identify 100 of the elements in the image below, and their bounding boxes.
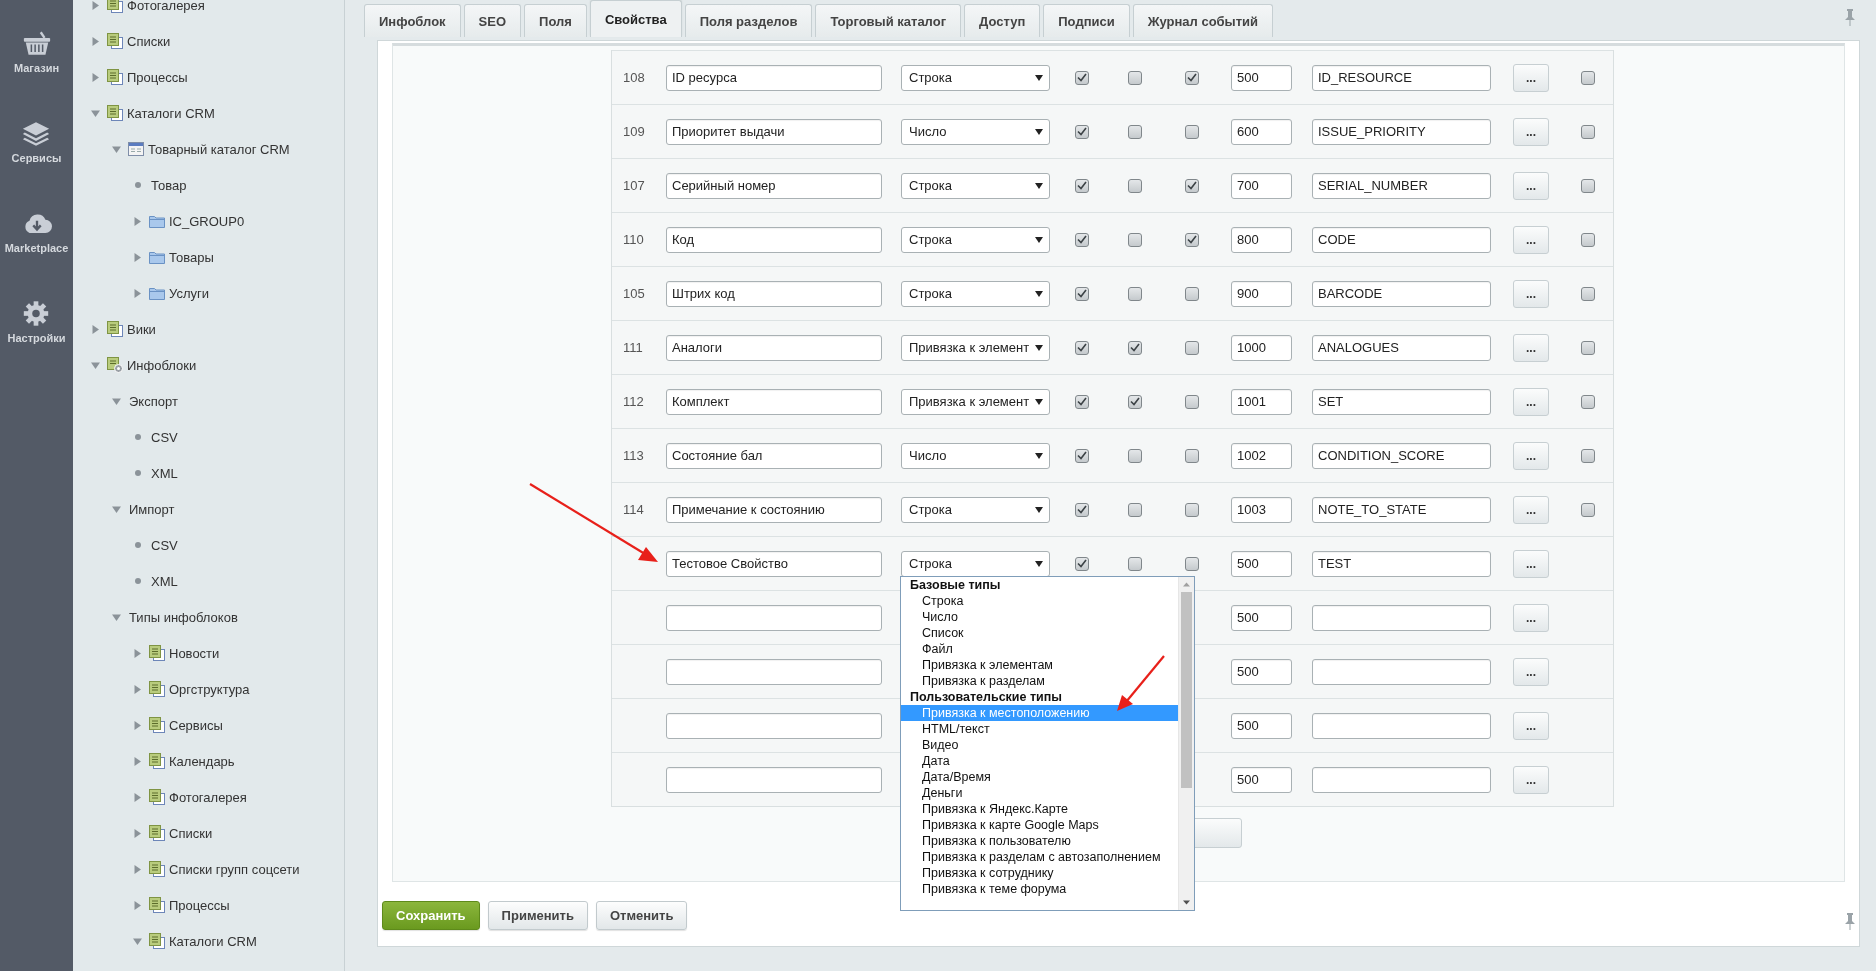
code-field[interactable]: ID_RESOURCE xyxy=(1312,64,1491,91)
more-button[interactable]: ... xyxy=(1513,117,1549,146)
code-field[interactable]: SERIAL_NUMBER xyxy=(1312,172,1491,199)
dropdown-option[interactable]: Привязка к пользователю xyxy=(901,833,1178,849)
sort-field[interactable]: 1000 xyxy=(1231,334,1292,361)
tree-item[interactable]: Инфоблоки xyxy=(73,347,344,383)
tree-item[interactable]: Каталоги CRM xyxy=(73,923,344,959)
tree-item[interactable]: XML xyxy=(73,455,344,491)
tree-item[interactable]: Календарь xyxy=(73,743,344,779)
more-button[interactable]: ... xyxy=(1513,765,1549,794)
type-select[interactable]: Привязка к элемент xyxy=(901,334,1050,361)
type-select[interactable]: Число xyxy=(901,118,1050,145)
more-button[interactable]: ... xyxy=(1513,63,1549,92)
dropdown-option[interactable]: Дата/Время xyxy=(901,769,1178,785)
more-button[interactable]: ... xyxy=(1513,171,1549,200)
more-button[interactable]: ... xyxy=(1513,279,1549,308)
tab[interactable]: Свойства xyxy=(589,0,682,37)
tree-item[interactable]: Списки групп соцсети xyxy=(73,851,344,887)
tree-item[interactable]: Типы инфоблоков xyxy=(73,599,344,635)
form-button[interactable]: Отменить xyxy=(595,901,688,930)
name-field[interactable]: Аналоги xyxy=(666,334,882,361)
dropdown-option[interactable]: Список xyxy=(901,625,1178,641)
tree-item[interactable]: Процессы xyxy=(73,59,344,95)
tab[interactable]: Поля разделов xyxy=(684,4,813,37)
dropdown-option[interactable]: Привязка к теме форума xyxy=(901,881,1178,897)
nav-item[interactable]: Сервисы xyxy=(11,120,62,198)
dropdown-option[interactable]: Привязка к элементам xyxy=(901,657,1178,673)
dropdown-option[interactable]: Дата xyxy=(901,753,1178,769)
tree-item[interactable]: Экспорт xyxy=(73,383,344,419)
tab[interactable]: Подписи xyxy=(1043,4,1130,37)
more-button[interactable]: ... xyxy=(1513,711,1549,740)
name-field[interactable]: Приоритет выдачи xyxy=(666,118,882,145)
tree-item[interactable]: Списки xyxy=(73,23,344,59)
sort-field[interactable]: 500 xyxy=(1231,712,1292,739)
sort-field[interactable]: 500 xyxy=(1231,658,1292,685)
type-select[interactable]: Привязка к элемент xyxy=(901,388,1050,415)
dropdown-option[interactable]: Привязка к карте Google Maps xyxy=(901,817,1178,833)
tree-item[interactable]: XML xyxy=(73,563,344,599)
name-field[interactable]: Штрих код xyxy=(666,280,882,307)
name-field[interactable]: ID ресурса xyxy=(666,64,882,91)
tab[interactable]: Поля xyxy=(524,4,587,37)
type-select[interactable]: Строка xyxy=(901,550,1050,577)
dropdown-option[interactable]: Файл xyxy=(901,641,1178,657)
tab[interactable]: Доступ xyxy=(964,4,1041,37)
sort-field[interactable]: 800 xyxy=(1231,226,1292,253)
tree-item[interactable]: Фотогалерея xyxy=(73,779,344,815)
tree-item[interactable]: Фотогалерея xyxy=(73,0,344,23)
dropdown-option[interactable]: Привязка к разделам с автозаполнением xyxy=(901,849,1178,865)
tree-item[interactable]: Вики xyxy=(73,311,344,347)
tab[interactable]: Торговый каталог xyxy=(815,4,962,37)
name-field[interactable]: Код xyxy=(666,226,882,253)
sort-field[interactable]: 500 xyxy=(1231,766,1292,793)
more-button[interactable]: ... xyxy=(1513,225,1549,254)
code-field[interactable]: SET xyxy=(1312,388,1491,415)
dropdown-option[interactable]: HTML/текст xyxy=(901,721,1178,737)
code-field[interactable]: NOTE_TO_STATE xyxy=(1312,496,1491,523)
more-button[interactable]: ... xyxy=(1513,603,1549,632)
nav-item[interactable]: Магазин xyxy=(13,30,60,108)
more-button[interactable]: ... xyxy=(1513,549,1549,578)
code-field[interactable]: CODE xyxy=(1312,226,1491,253)
code-field[interactable]: CONDITION_SCORE xyxy=(1312,442,1491,469)
sort-field[interactable]: 700 xyxy=(1231,172,1292,199)
nav-item[interactable]: Настройки xyxy=(7,300,66,378)
more-button[interactable]: ... xyxy=(1513,657,1549,686)
name-field[interactable]: Серийный номер xyxy=(666,172,882,199)
sort-field[interactable]: 500 xyxy=(1231,64,1292,91)
code-field[interactable]: ISSUE_PRIORITY xyxy=(1312,118,1491,145)
tree-item[interactable]: IC_GROUP0 xyxy=(73,203,344,239)
tree-item[interactable]: Товарный каталог CRM xyxy=(73,131,344,167)
form-button[interactable]: Применить xyxy=(487,901,588,930)
sort-field[interactable]: 500 xyxy=(1231,604,1292,631)
more-button[interactable]: ... xyxy=(1513,387,1549,416)
type-select[interactable]: Строка xyxy=(901,172,1050,199)
name-field[interactable]: Примечание к состоянию xyxy=(666,496,882,523)
tree-item[interactable]: Новости xyxy=(73,635,344,671)
tree-item[interactable]: Импорт xyxy=(73,491,344,527)
tree-item[interactable]: Сервисы xyxy=(73,707,344,743)
type-select[interactable]: Строка xyxy=(901,64,1050,91)
more-button[interactable]: ... xyxy=(1513,333,1549,362)
more-button[interactable]: ... xyxy=(1513,441,1549,470)
dropdown-option[interactable]: Строка xyxy=(901,593,1178,609)
tree-item[interactable]: CSV xyxy=(73,527,344,563)
sort-field[interactable]: 1002 xyxy=(1231,442,1292,469)
tree-item[interactable]: Товары xyxy=(73,239,344,275)
sort-field[interactable]: 900 xyxy=(1231,280,1292,307)
sort-field[interactable]: 1001 xyxy=(1231,388,1292,415)
type-select[interactable]: Строка xyxy=(901,496,1050,523)
tab[interactable]: Инфоблок xyxy=(364,4,461,37)
dropdown-option[interactable]: Привязка к сотруднику xyxy=(901,865,1178,881)
dropdown-option[interactable]: Число xyxy=(901,609,1178,625)
tree-item[interactable]: Оргструктура xyxy=(73,671,344,707)
more-button[interactable]: ... xyxy=(1513,495,1549,524)
type-select[interactable]: Строка xyxy=(901,280,1050,307)
tree-item[interactable]: Списки xyxy=(73,815,344,851)
dropdown-option[interactable]: Видео xyxy=(901,737,1178,753)
code-field[interactable]: BARCODE xyxy=(1312,280,1491,307)
dropdown-option[interactable]: Привязка к Яндекс.Карте xyxy=(901,801,1178,817)
name-field[interactable]: Тестовое Свойство xyxy=(666,550,882,577)
tree-item[interactable]: Каталоги CRM xyxy=(73,95,344,131)
dropdown-option[interactable]: Деньги xyxy=(901,785,1178,801)
